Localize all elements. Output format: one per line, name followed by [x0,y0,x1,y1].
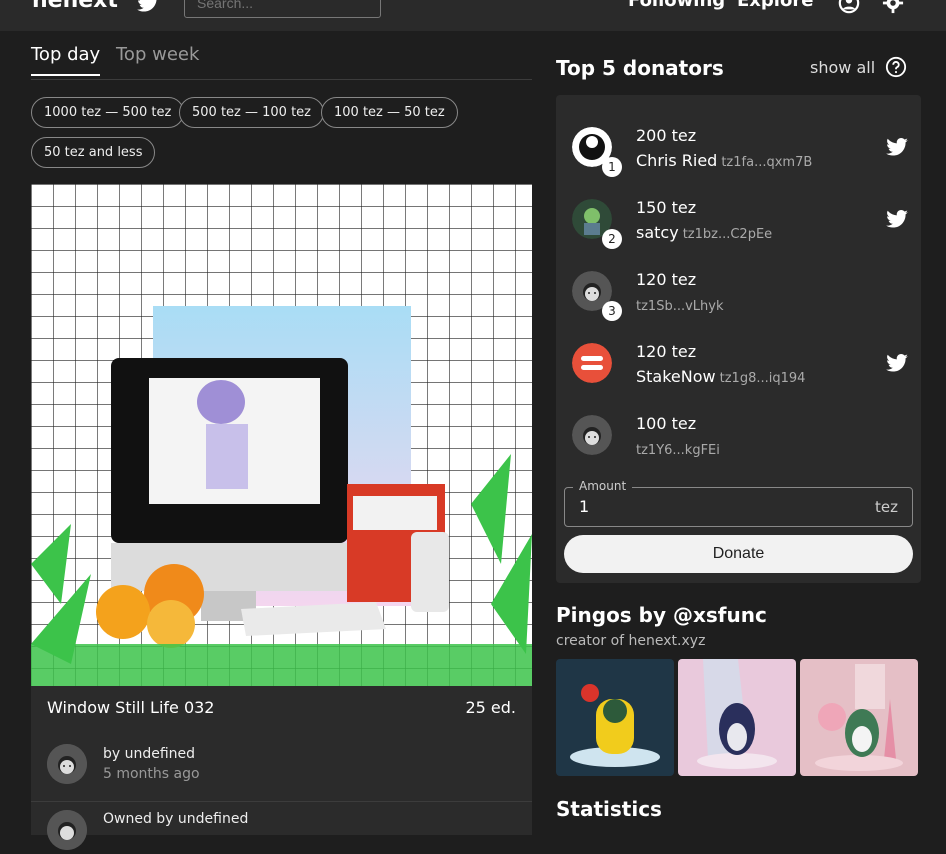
artwork-info: Window Still Life 032 25 ed. by undefine… [31,686,532,850]
logo[interactable]: henext [32,0,118,13]
tab-top-week[interactable]: Top week [116,44,199,74]
donator-display-name[interactable]: satcy [636,223,679,242]
artwork-title[interactable]: Window Still Life 032 [47,698,214,717]
period-tabs: Top day Top week [31,44,532,80]
filter-chip-100-50[interactable]: 100 tez — 50 tez [321,97,458,128]
amount-field[interactable]: Amount 1 tez [564,479,913,527]
donator-name: Chris Ried tz1fa...qxm7B [636,151,812,170]
statistics-title: Statistics [556,797,662,821]
artwork-image[interactable] [31,184,532,686]
top-bar: henext Following Explore [0,0,946,31]
search-input[interactable] [184,0,381,18]
donator-address[interactable]: tz1g8...iq194 [720,371,806,386]
donator-avatar[interactable] [572,343,612,383]
amount-value[interactable]: 1 [579,497,589,516]
rank-badge: 3 [602,301,622,321]
creator-title[interactable]: Pingos by @xsfunc [556,603,767,627]
donators-panel: 1 200 tez Chris Ried tz1fa...qxm7B 2 150 … [556,95,921,583]
donator-avatar[interactable] [572,415,612,455]
nav-following[interactable]: Following [628,0,725,11]
donator-display-name[interactable]: StakeNow [636,367,716,386]
filter-chip-1000-500[interactable]: 1000 tez — 500 tez [31,97,185,128]
amount-unit: tez [875,498,898,516]
donator-amount: 200 tez [636,126,697,145]
creator-line[interactable]: by undefined [103,746,195,762]
twitter-icon[interactable] [886,138,908,156]
donator-address[interactable]: tz1Y6...kgFEi [636,443,720,458]
donator-name: satcy tz1bz...C2pEe [636,223,772,242]
amount-label: Amount [573,479,633,493]
donator-amount: 120 tez [636,342,697,361]
owner-avatar[interactable] [47,810,87,850]
artwork-editions: 25 ed. [465,698,516,717]
donator-name: tz1Sb...vLhyk [636,295,724,314]
divider [31,801,532,802]
creator-thumbnail[interactable] [678,659,796,776]
donator-address[interactable]: tz1fa...qxm7B [721,155,812,170]
user-icon[interactable] [838,0,860,14]
donator-address[interactable]: tz1bz...C2pEe [683,227,772,242]
donator-name: tz1Y6...kgFEi [636,439,720,458]
filter-chip-50-less[interactable]: 50 tez and less [31,137,156,168]
twitter-icon[interactable] [886,210,908,228]
filter-chip-500-100[interactable]: 500 tez — 100 tez [179,97,324,128]
creator-thumbnail[interactable] [556,659,674,776]
twitter-icon[interactable] [886,354,908,372]
donator-amount: 120 tez [636,270,697,289]
time-ago: 5 months ago [103,766,200,782]
donator-name: StakeNow tz1g8...iq194 [636,367,805,386]
rank-badge: 1 [602,157,622,177]
show-all-link[interactable]: show all [810,58,875,77]
tab-top-day[interactable]: Top day [31,44,101,76]
creator-subtitle: creator of henext.xyz [556,633,706,649]
donate-button[interactable]: Donate [564,535,913,573]
owner-line[interactable]: Owned by undefined [103,811,248,827]
help-icon[interactable] [885,56,907,78]
donator-amount: 100 tez [636,414,697,433]
donator-address[interactable]: tz1Sb...vLhyk [636,299,724,314]
donator-display-name[interactable]: Chris Ried [636,151,717,170]
donators-title: Top 5 donators [556,56,724,80]
twitter-icon[interactable] [137,0,159,12]
creator-thumbnail[interactable] [800,659,918,776]
creator-avatar[interactable] [47,744,87,784]
nav-explore[interactable]: Explore [737,0,813,11]
rank-badge: 2 [602,229,622,249]
donator-amount: 150 tez [636,198,697,217]
gear-icon[interactable] [882,0,904,14]
